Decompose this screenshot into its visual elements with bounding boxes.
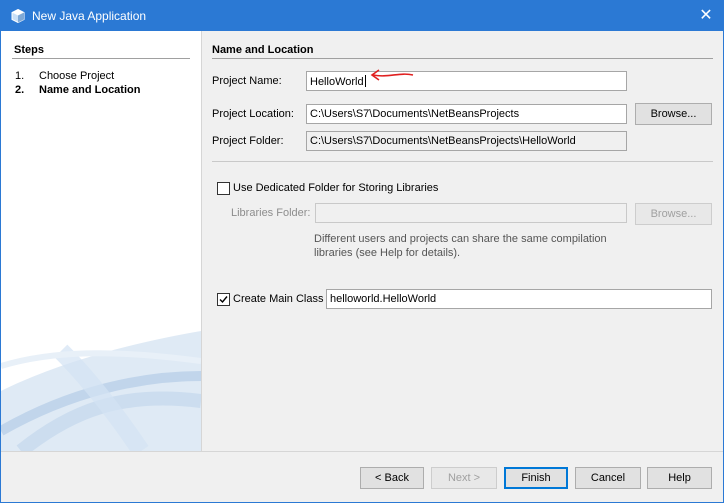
main-class-input[interactable]: helloworld.HelloWorld — [326, 289, 712, 309]
checkmark-icon — [219, 296, 228, 304]
project-name-input[interactable]: HelloWorld — [306, 71, 627, 91]
close-icon[interactable]: ✕ — [695, 5, 717, 27]
text-caret — [364, 75, 366, 87]
dedicated-folder-checkbox[interactable] — [217, 182, 230, 195]
create-main-class-checkbox[interactable] — [217, 293, 230, 306]
step-choose-project: 1. Choose Project — [15, 70, 114, 82]
browse-location-button[interactable]: Browse... — [635, 103, 712, 125]
cancel-button[interactable]: Cancel — [575, 467, 641, 489]
project-folder-field[interactable]: C:\Users\S7\Documents\NetBeansProjects\H… — [306, 131, 627, 151]
project-folder-label: Project Folder: — [212, 135, 284, 147]
red-arrow-annotation — [370, 69, 414, 81]
project-location-label: Project Location: — [212, 108, 294, 120]
next-button[interactable]: Next > — [431, 467, 497, 489]
project-name-value: HelloWorld — [310, 76, 364, 88]
step-name-and-location: 2. Name and Location — [15, 84, 140, 96]
step-label: Name and Location — [39, 84, 141, 96]
project-location-input[interactable]: C:\Users\S7\Documents\NetBeansProjects — [306, 104, 627, 124]
step-number: 2. — [15, 84, 25, 96]
content-panel: Name and Location Project Name: HelloWor… — [202, 31, 723, 451]
separator — [212, 161, 713, 162]
back-button[interactable]: < Back — [360, 467, 424, 489]
libraries-folder-label: Libraries Folder: — [231, 207, 311, 219]
project-name-label: Project Name: — [212, 75, 282, 87]
browse-libraries-button[interactable]: Browse... — [635, 203, 712, 225]
title-bar[interactable]: New Java Application ✕ — [1, 1, 723, 31]
steps-divider — [12, 58, 190, 59]
steps-panel: Steps 1. Choose Project 2. Name and Locati… — [1, 31, 202, 451]
help-button[interactable]: Help — [647, 467, 712, 489]
steps-heading: Steps — [14, 44, 44, 56]
libraries-hint-text: Different users and projects can share t… — [314, 233, 607, 259]
step-label: Choose Project — [39, 70, 115, 82]
libraries-folder-input[interactable] — [315, 203, 627, 223]
create-main-class-label[interactable]: Create Main Class — [233, 293, 323, 305]
finish-button[interactable]: Finish — [504, 467, 568, 489]
step-number: 1. — [15, 70, 25, 82]
dialog-window: New Java Application ✕ Steps 1. Choose Pr… — [0, 0, 724, 503]
section-divider — [212, 58, 713, 59]
footer-divider — [1, 451, 723, 452]
window-title: New Java Application — [32, 9, 147, 23]
section-title: Name and Location — [212, 44, 314, 56]
dedicated-folder-label[interactable]: Use Dedicated Folder for Storing Librari… — [233, 182, 438, 194]
java-cube-icon — [11, 9, 25, 23]
